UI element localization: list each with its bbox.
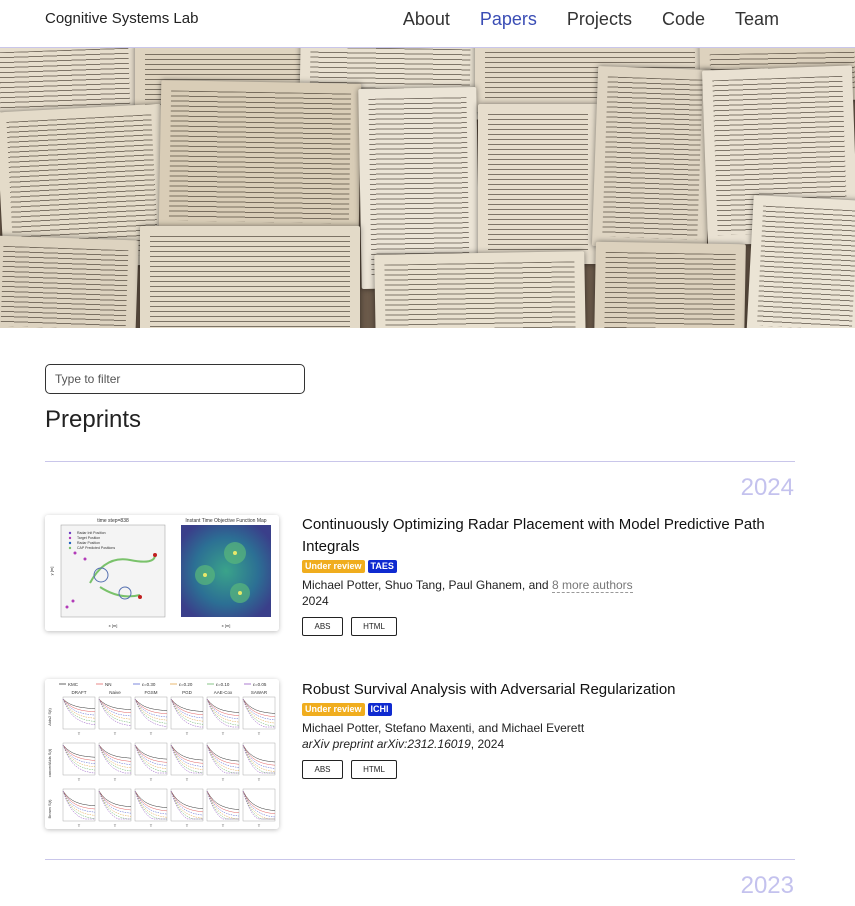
site-brand[interactable]: Cognitive Systems Lab [45, 10, 198, 27]
thumb-left-title: time step=838 [97, 518, 129, 524]
legend-label: ε=0.05 [253, 682, 267, 687]
subplot-frame [206, 788, 240, 822]
more-authors-link[interactable]: 8 more authors [551, 578, 633, 593]
column-label: AAE-Cox [214, 690, 233, 695]
filter-input[interactable] [45, 364, 305, 394]
svg-text:y [m]: y [m] [49, 567, 54, 576]
hero-books-image [0, 48, 855, 328]
abs-button[interactable]: ABS [302, 760, 343, 779]
abs-button[interactable]: ABS [302, 617, 343, 636]
authors-text: Michael Potter, Shuo Tang, Paul Ghanem, … [302, 578, 549, 592]
nav-link-team[interactable]: Team [735, 8, 779, 30]
svg-text:x [m]: x [m] [222, 623, 231, 628]
year-divider [45, 461, 795, 462]
nav-links: About Papers Projects Code Team [373, 8, 779, 30]
paper-buttons: ABS HTML [302, 760, 792, 779]
venue-text: arXiv preprint arXiv:2312.16019 [302, 737, 471, 751]
venue-badge: TAES [367, 560, 397, 573]
paper-entry: Continuously Optimizing Radar Placement … [302, 514, 792, 636]
paper-entry: Robust Survival Analysis with Adversaria… [302, 679, 792, 779]
paper-thumbnail[interactable]: KMC NN ε=0.30 ε=0.20 ε=0.10 ε=0.05 DRAFT Naive F… [45, 679, 279, 829]
html-button[interactable]: HTML [351, 760, 397, 779]
subplot-frame [98, 788, 132, 822]
status-badge: Under review [302, 560, 365, 573]
subplot-frame [62, 742, 96, 776]
subplot-frame [134, 696, 168, 730]
paper-authors: Michael Potter, Stefano Maxenti, and Mic… [302, 721, 585, 735]
column-label: Naive [109, 690, 121, 695]
book-page [158, 80, 362, 234]
html-button[interactable]: HTML [351, 617, 397, 636]
status-badge: Under review [302, 703, 365, 716]
subplot-frame [170, 696, 204, 730]
book-page [591, 66, 714, 250]
subplot-frame [242, 788, 276, 822]
legend-label: ε=0.10 [216, 682, 230, 687]
legend-label: KMC [68, 682, 79, 687]
paper-authors: Michael Potter, Shuo Tang, Paul Ghanem, … [302, 577, 792, 593]
paper-buttons: ABS HTML [302, 617, 792, 636]
nav-link-projects[interactable]: Projects [567, 8, 632, 30]
row-label: Aids2 S(t) [47, 708, 52, 726]
book-page [140, 226, 360, 328]
subplot-frame [98, 742, 132, 776]
paper-badges: Under review TAES [302, 560, 792, 575]
column-label: PGD [182, 690, 193, 695]
svg-text:Target Position: Target Position [77, 536, 100, 540]
svg-text:x [m]: x [m] [109, 623, 118, 628]
column-label: DRAFT [72, 690, 87, 695]
column-label: SAWAR [251, 690, 268, 695]
svg-text:CAP Predicted Positions: CAP Predicted Positions [77, 546, 115, 550]
svg-text:Radar Position: Radar Position [77, 541, 100, 545]
paper-title[interactable]: Continuously Optimizing Radar Placement … [302, 514, 792, 558]
subplot-frame [98, 696, 132, 730]
book-page [374, 251, 586, 328]
paper-title[interactable]: Robust Survival Analysis with Adversaria… [302, 679, 792, 701]
legend-label: NN [105, 682, 112, 687]
survival-plot-thumbnail: KMC NN ε=0.30 ε=0.20 ε=0.10 ε=0.05 DRAFT Naive F… [45, 679, 279, 829]
year-heading: 2023 [740, 872, 794, 899]
year-heading: 2024 [740, 474, 794, 501]
nav-link-papers[interactable]: Papers [480, 8, 537, 30]
paper-badges: Under review ICHI [302, 703, 792, 718]
subplot-frame [62, 696, 96, 730]
year-divider [45, 859, 795, 860]
book-page [0, 235, 139, 328]
column-label: FGSM [145, 690, 158, 695]
svg-text:Radar Init Position: Radar Init Position [77, 531, 106, 535]
legend-label: ε=0.20 [179, 682, 193, 687]
legend-label: ε=0.30 [142, 682, 156, 687]
paper-year: 2024 [477, 737, 505, 751]
book-page [746, 195, 855, 328]
subplot-frame [206, 742, 240, 776]
radar-plot-thumbnail: time step=838 Radar Init Position Target… [45, 515, 279, 631]
book-page [478, 104, 598, 264]
paper-thumbnail[interactable]: time step=838 Radar Init Position Target… [45, 515, 279, 631]
top-navbar: Cognitive Systems Lab About Papers Proje… [0, 0, 855, 48]
row-label: cancer/Aids S(t) [47, 748, 52, 777]
subplot-frame [170, 742, 204, 776]
venue-badge: ICHI [367, 703, 392, 716]
book-page [594, 241, 746, 328]
paper-year: 2024 [302, 594, 329, 608]
row-label: Brown S(t) [47, 799, 52, 819]
nav-link-about[interactable]: About [403, 8, 450, 30]
thumb-right-title: Instant Time Objective Function Map [185, 518, 266, 524]
nav-link-code[interactable]: Code [662, 8, 705, 30]
section-title: Preprints [45, 406, 142, 433]
paper-venue: arXiv preprint arXiv:2312.16019, 2024 [302, 737, 505, 751]
